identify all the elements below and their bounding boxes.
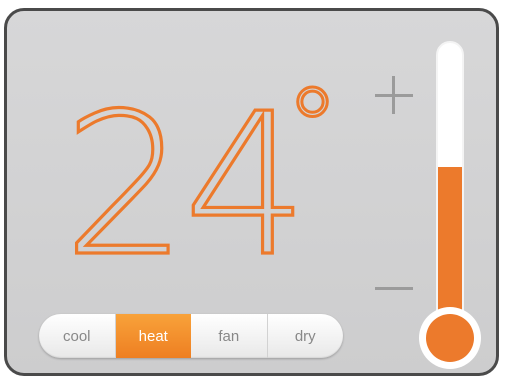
temperature-value: 24: [63, 72, 304, 300]
thermometer-tube: [436, 41, 464, 341]
plus-icon[interactable]: [375, 76, 413, 114]
mode-cool-button[interactable]: cool: [39, 314, 116, 358]
mode-heat-button[interactable]: heat: [115, 314, 191, 358]
mode-fan-label: fan: [218, 327, 240, 345]
mode-cool-label: cool: [62, 327, 91, 345]
thermometer-gauge[interactable]: [419, 41, 481, 373]
degree-symbol: °: [285, 64, 340, 192]
mode-selector: cool heat fan dry: [39, 314, 343, 358]
mode-dry-label: dry: [294, 327, 316, 345]
plus-icon-vertical-bar: [392, 76, 395, 114]
minus-icon[interactable]: [375, 283, 413, 295]
thermometer-bulb-fill: [426, 314, 474, 362]
mode-dry-button[interactable]: dry: [268, 314, 344, 358]
mode-heat-label: heat: [138, 327, 168, 345]
thermometer-bulb: [419, 307, 481, 369]
minus-icon-bar: [375, 287, 413, 290]
thermostat-panel: 24 ° cool heat fan dry: [4, 8, 499, 376]
mode-fan-button[interactable]: fan: [191, 314, 268, 358]
